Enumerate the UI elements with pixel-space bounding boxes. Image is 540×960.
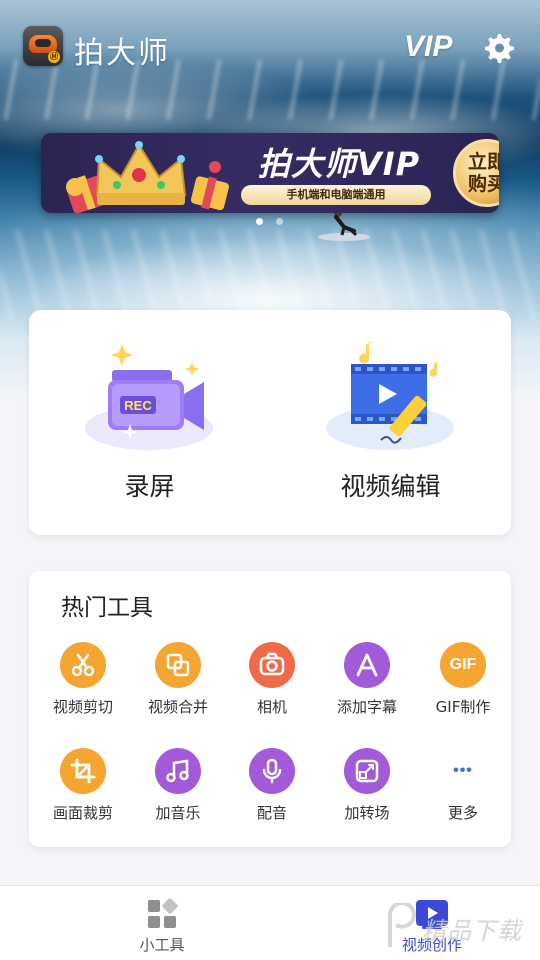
svg-text:REC: REC <box>124 398 152 413</box>
tool-dubbing[interactable]: 配音 <box>224 748 320 838</box>
video-edit-button[interactable]: 视频编辑 <box>270 310 511 535</box>
tool-label: 加转场 <box>344 804 390 822</box>
music-icon <box>155 748 201 794</box>
screen-record-label: 录屏 <box>124 472 175 501</box>
subtitle-icon <box>344 642 390 688</box>
tool-gif-maker[interactable]: GIF GIF制作 <box>415 642 511 732</box>
app-logo-icon: Ⓜ <box>23 26 63 66</box>
watermark-logo: 精品下载 <box>382 903 540 955</box>
tool-label: 添加字幕 <box>336 698 397 716</box>
top-bar: Ⓜ 拍大师 VIP <box>0 22 540 71</box>
carousel-dot[interactable] <box>276 218 283 225</box>
tools-grid-icon <box>148 898 178 928</box>
gif-icon: GIF <box>440 642 486 688</box>
video-edit-label: 视频编辑 <box>340 472 441 501</box>
wave-foam <box>0 230 540 320</box>
nav-tools-label: 小工具 <box>139 937 185 954</box>
logo-badge: Ⓜ <box>48 51 60 63</box>
tool-video-cut[interactable]: 视频剪切 <box>35 642 131 732</box>
tool-label: 画面裁剪 <box>52 804 113 822</box>
hot-tools-card: 热门工具 视频剪切 视频合并 相机 添加字幕 GIF GIF制作 画面裁剪 加音… <box>29 571 511 847</box>
tool-more[interactable]: ••• 更多 <box>415 748 511 838</box>
tool-label: 视频剪切 <box>52 698 113 716</box>
more-icon: ••• <box>453 762 473 779</box>
tool-crop[interactable]: 画面裁剪 <box>35 748 131 838</box>
tool-label: 视频合并 <box>147 698 208 716</box>
buy-now-button[interactable]: 立即购买 <box>453 139 499 207</box>
watermark-icon <box>388 903 417 947</box>
tool-label: 加音乐 <box>155 804 201 822</box>
merge-icon <box>155 642 201 688</box>
tool-camera[interactable]: 相机 <box>224 642 320 732</box>
crop-icon <box>60 748 106 794</box>
tool-label: 相机 <box>256 698 287 716</box>
hot-tools-title: 热门工具 <box>61 595 153 621</box>
screen-record-button[interactable]: REC 录屏 <box>29 310 270 535</box>
tool-add-music[interactable]: 加音乐 <box>130 748 226 838</box>
watermark-text: 精品下载 <box>422 917 522 945</box>
tool-video-merge[interactable]: 视频合并 <box>130 642 226 732</box>
camera-icon <box>249 642 295 688</box>
transition-icon <box>344 748 390 794</box>
tool-label: GIF制作 <box>435 698 491 716</box>
carousel-dot-active[interactable] <box>256 218 263 225</box>
tool-label: 配音 <box>256 804 287 822</box>
vip-button[interactable]: VIP <box>404 30 452 64</box>
tool-add-subtitle[interactable]: 添加字幕 <box>319 642 415 732</box>
rec-camera-icon: REC <box>85 344 213 450</box>
tool-add-transition[interactable]: 加转场 <box>319 748 415 838</box>
tool-label: 更多 <box>447 804 478 822</box>
nav-tools[interactable]: 小工具 <box>62 886 262 960</box>
main-features-card: REC 录屏 视频编辑 <box>29 310 511 535</box>
banner-subtitle: 手机端和电脑端通用 <box>241 185 431 205</box>
video-edit-icon <box>326 342 454 450</box>
app-title: 拍大师 <box>74 36 170 71</box>
vip-promo-banner[interactable]: 拍大师VIP 手机端和电脑端通用 立即购买 <box>41 133 499 213</box>
scissors-icon <box>60 642 106 688</box>
banner-title: 拍大师VIP <box>257 145 421 183</box>
microphone-icon <box>249 748 295 794</box>
gear-icon[interactable] <box>480 30 516 66</box>
carousel-indicator <box>256 218 286 226</box>
crown-gift-icon <box>66 141 230 213</box>
